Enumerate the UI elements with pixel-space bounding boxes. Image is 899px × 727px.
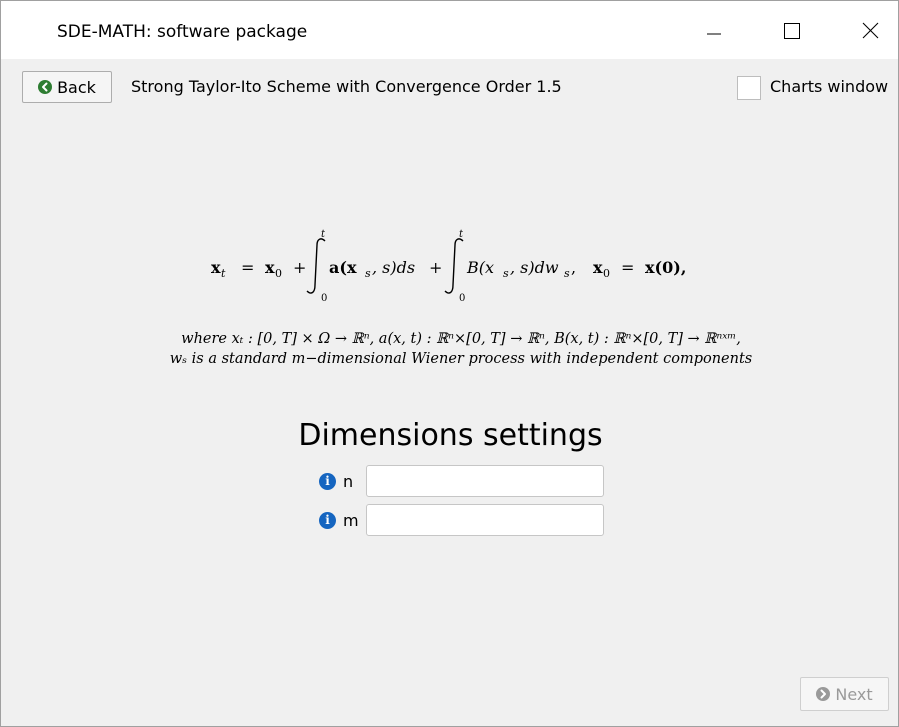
maximize-icon bbox=[784, 23, 800, 39]
scheme-title: Strong Taylor-Ito Scheme with Convergenc… bbox=[131, 77, 562, 96]
integral-2-body-sub2: s bbox=[564, 267, 570, 280]
next-button[interactable]: Next bbox=[800, 677, 889, 711]
close-button[interactable] bbox=[841, 1, 899, 59]
formula-lhs: x bbox=[211, 258, 221, 277]
description-line-1: where xₜ : [0, T] × Ω → ℝⁿ, a(x, t) : ℝⁿ… bbox=[181, 331, 741, 347]
integral-2-body: B(x bbox=[466, 258, 494, 277]
formula-init-rhs: x(0), bbox=[645, 258, 686, 277]
dimension-m-row: i m bbox=[319, 504, 604, 536]
info-icon[interactable]: i bbox=[319, 472, 336, 490]
sde-formula: x t = x 0 + t 0 a(x s , s)ds + t 0 B(x s… bbox=[211, 229, 686, 304]
integral-1-upper: t bbox=[321, 229, 326, 240]
back-button[interactable]: Back bbox=[22, 71, 112, 103]
dimension-n-label: n bbox=[343, 471, 354, 491]
integral-2-body-rest: , s)dw bbox=[510, 258, 559, 277]
integral-sign-2 bbox=[444, 238, 464, 294]
arrow-left-circle-icon bbox=[38, 80, 53, 94]
maximize-button[interactable] bbox=[763, 1, 821, 59]
formula-eq1: = bbox=[241, 258, 254, 277]
close-icon bbox=[862, 22, 879, 39]
formula-comma: , bbox=[571, 258, 576, 277]
charts-window-checkbox[interactable] bbox=[737, 76, 761, 100]
formula-plus2: + bbox=[429, 258, 442, 277]
formula-x0: x bbox=[265, 258, 275, 277]
description-line-2: wₛ is a standard m−dimensional Wiener pr… bbox=[169, 351, 753, 367]
formula-lhs-sub: t bbox=[221, 267, 226, 280]
window-title: SDE-MATH: software package bbox=[57, 22, 308, 42]
formula-description: where xₜ : [0, T] × Ω → ℝⁿ, a(x, t) : ℝⁿ… bbox=[91, 329, 831, 369]
info-icon[interactable]: i bbox=[319, 511, 336, 529]
dimension-m-input[interactable] bbox=[366, 504, 604, 536]
title-bar: SDE-MATH: software package bbox=[1, 1, 898, 59]
integral-2-body-sub: s bbox=[503, 267, 509, 280]
arrow-right-circle-icon bbox=[816, 687, 831, 701]
integral-2-lower: 0 bbox=[459, 293, 465, 304]
app-window: SDE-MATH: software package Back Strong T… bbox=[0, 0, 899, 727]
formula-x0-sub: 0 bbox=[275, 267, 282, 280]
dimensions-heading: Dimensions settings bbox=[298, 418, 603, 453]
integral-2-upper: t bbox=[459, 229, 464, 240]
minimize-button[interactable] bbox=[685, 1, 743, 59]
next-button-label: Next bbox=[835, 684, 873, 704]
dimension-n-row: i n bbox=[319, 465, 604, 497]
dimension-m-label: m bbox=[343, 510, 359, 530]
integral-1-lower: 0 bbox=[321, 293, 327, 304]
dimension-n-input[interactable] bbox=[366, 465, 604, 497]
formula-eq2: = bbox=[621, 258, 634, 277]
integral-1-body: a(x bbox=[329, 258, 357, 277]
back-button-label: Back bbox=[57, 77, 96, 97]
formula-init-lhs-sub: 0 bbox=[603, 267, 610, 280]
formula-plus1: + bbox=[293, 258, 306, 277]
integral-sign-1 bbox=[306, 238, 326, 294]
minimize-icon bbox=[707, 33, 721, 35]
formula-init-lhs: x bbox=[593, 258, 603, 277]
integral-1-body-sub: s bbox=[365, 267, 371, 280]
integral-1-body-rest: , s)ds bbox=[372, 258, 415, 277]
charts-window-label[interactable]: Charts window bbox=[770, 77, 888, 96]
